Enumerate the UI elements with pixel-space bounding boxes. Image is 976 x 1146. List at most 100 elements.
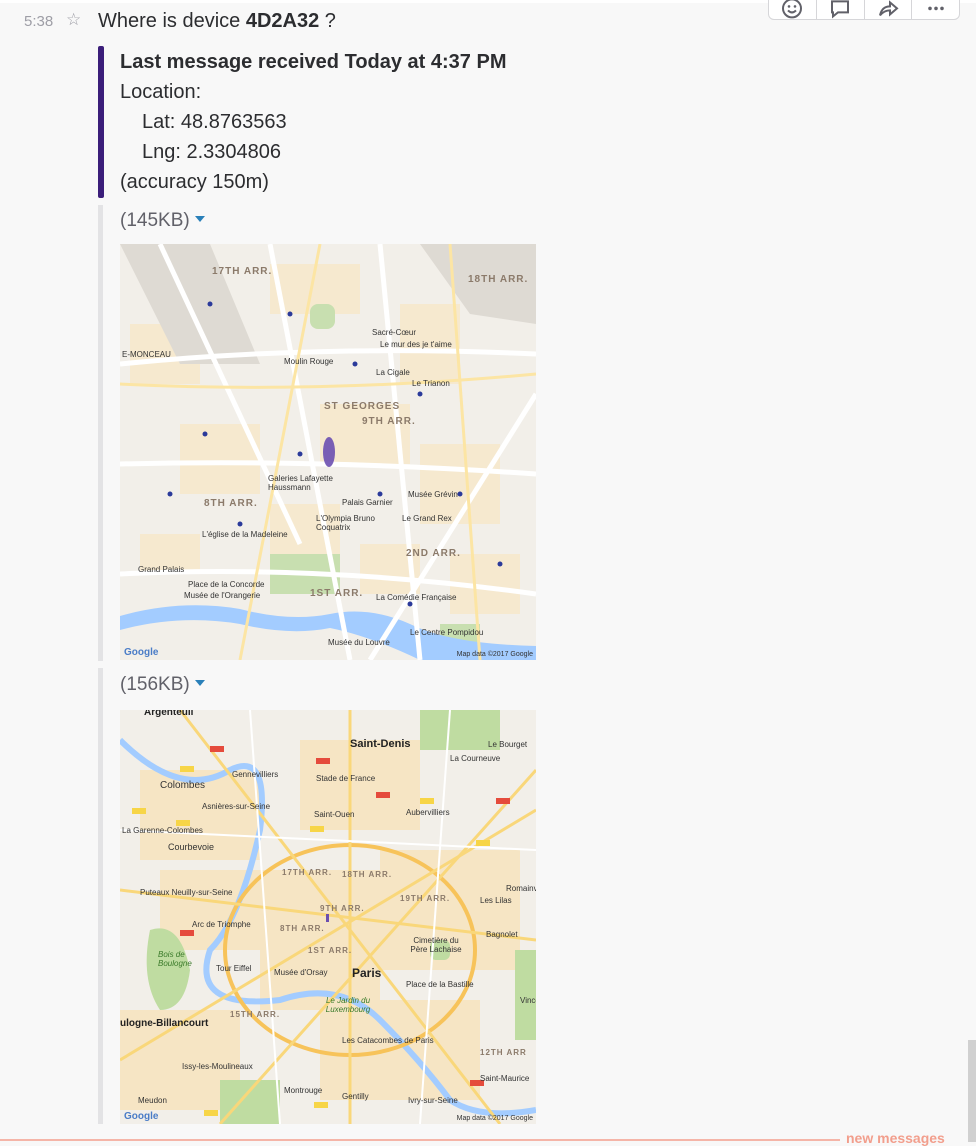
thread-icon — [831, 0, 850, 19]
map2-label-gentilly: Gentilly — [342, 1092, 369, 1101]
map-label-grevin: Musée Grévin — [408, 490, 458, 499]
map-attribution: Map data ©2017 Google — [456, 651, 533, 658]
map2-label-saint-maurice: Saint-Maurice — [480, 1074, 530, 1083]
map-label-orangerie: Musée de l'Orangerie — [184, 591, 261, 600]
star-icon[interactable]: ☆ — [66, 10, 81, 30]
map-label-louvre: Musée du Louvre — [328, 638, 390, 647]
new-messages-label[interactable]: new messages — [846, 1130, 945, 1146]
map2-label-bois: Bois de Boulogne — [158, 950, 192, 968]
location-attachment: Last message received Today at 4:37 PM L… — [120, 47, 506, 197]
map-label-9th: 9TH ARR. — [362, 416, 416, 427]
google-logo: Google — [124, 647, 159, 658]
map2-label-15th: 15TH ARR. — [230, 1010, 281, 1019]
map2-label-paris: Paris — [352, 966, 382, 980]
map-label-monceau: E-MONCEAU — [122, 350, 171, 359]
file-1-bar — [98, 205, 103, 661]
map2-label-argenteuil: Argenteuil — [144, 710, 194, 718]
map-label-olympia: L'Olympia Bruno Coquatrix — [316, 514, 375, 532]
map-label-18th: 18TH ARR. — [468, 274, 529, 285]
map-label-galeries: Galeries Lafayette Haussmann — [268, 474, 333, 492]
new-messages-divider — [0, 1139, 840, 1141]
more-icon — [927, 6, 944, 11]
file-2-size-label: (156KB) — [120, 674, 190, 695]
emoji-icon — [782, 0, 803, 19]
map-label-trianon: Le Trianon — [412, 379, 450, 388]
map2-label-tour-eiffel: Tour Eiffel — [216, 964, 252, 973]
map-label-mur: Le mur des je t'aime — [380, 340, 452, 349]
map2-label-puteaux: Puteaux Neuilly-sur-Seine — [140, 888, 233, 897]
message-actions-toolbar — [768, 0, 960, 20]
map2-label-colombes: Colombes — [160, 780, 206, 791]
map2-label-ivry: Ivry-sur-Seine — [408, 1096, 458, 1105]
more-actions-button[interactable] — [912, 0, 959, 19]
message-timestamp[interactable]: 5:38 — [24, 13, 53, 30]
file-1-size-label: (145KB) — [120, 210, 190, 231]
map-label-concorde: Place de la Concorde — [188, 580, 265, 589]
map-image-zoomed[interactable]: 17TH ARR. 18TH ARR. E-MONCEAU Sacré-Cœur… — [120, 244, 536, 660]
scrollbar[interactable] — [968, 1040, 976, 1142]
add-reaction-button[interactable] — [769, 0, 817, 19]
map2-label-9th: 9TH ARR. — [320, 904, 365, 913]
map-label-moulin-rouge: Moulin Rouge — [284, 357, 334, 366]
map2-label-17th: 17TH ARR. — [282, 868, 333, 877]
map2-label-arc: Arc de Triomphe — [192, 920, 251, 929]
map2-label-saint-ouen: Saint-Ouen — [314, 810, 355, 819]
map2-label-courneuve: La Courneuve — [450, 754, 501, 763]
map2-label-courbevoie: Courbevoie — [168, 842, 215, 852]
share-arrow-icon — [878, 0, 899, 17]
message-text: Where is device 4D2A32 ? — [98, 10, 336, 33]
map2-label-bastille: Place de la Bastille — [406, 980, 474, 989]
map-label-garnier: Palais Garnier — [342, 498, 393, 507]
google-logo-2: Google — [124, 1111, 159, 1122]
message-suffix: ? — [319, 10, 336, 32]
file-2-bar — [98, 668, 103, 1124]
message-prefix: Where is device — [98, 10, 246, 32]
device-id: 4D2A32 — [245, 10, 320, 32]
map-image-wide[interactable]: Argenteuil Saint-Denis Le Bourget La Cou… — [120, 710, 536, 1124]
map-label-2nd: 2ND ARR. — [406, 548, 461, 559]
attachment-accent-bar — [98, 46, 104, 198]
map-label-grand-palais: Grand Palais — [138, 565, 185, 574]
map2-label-gennevilliers: Gennevilliers — [232, 770, 279, 779]
location-label: Location: — [120, 81, 202, 103]
file-2-dropdown-icon[interactable] — [194, 679, 205, 686]
map2-label-catacombes: Les Catacombes de Paris — [342, 1036, 434, 1045]
map2-label-billancourt: ulogne-Billancourt — [120, 1018, 209, 1029]
map2-label-1st: 1ST ARR. — [308, 946, 353, 955]
map2-label-orsay: Musée d'Orsay — [274, 968, 328, 977]
map2-label-luxembourg: Le Jardin du Luxembourg — [325, 996, 371, 1014]
map2-label-aubervilliers: Aubervilliers — [406, 808, 450, 817]
map2-label-8th: 8TH ARR. — [280, 924, 325, 933]
map2-label-issy: Issy-les-Moulineaux — [182, 1062, 253, 1071]
map2-label-12th: 12TH ARR — [480, 1048, 527, 1057]
map2-label-romainville: Romainville — [506, 884, 536, 893]
map2-label-18th: 18TH ARR. — [342, 870, 393, 879]
latitude: Lat: 48.8763563 — [142, 111, 287, 133]
accuracy: (accuracy 150m) — [120, 171, 269, 193]
map-label-st-georges: ST GEORGES — [324, 401, 401, 412]
start-thread-button[interactable] — [817, 0, 865, 19]
file-1-dropdown-icon[interactable] — [194, 215, 205, 222]
map2-label-stade: Stade de France — [316, 774, 376, 783]
map-label-comedie: La Comédie Française — [376, 593, 457, 602]
map2-label-montrouge: Montrouge — [284, 1086, 323, 1095]
map2-label-bourget: Le Bourget — [488, 740, 528, 749]
map-label-grand-rex: Le Grand Rex — [402, 514, 452, 523]
file-2-size[interactable]: (156KB) — [120, 674, 205, 696]
map2-label-saint-denis: Saint-Denis — [350, 738, 411, 750]
attachment-title: Last message received Today at 4:37 PM — [120, 51, 507, 73]
map2-label-lachaise: Cimetière du Père Lachaise — [410, 936, 462, 954]
map-label-cigale: La Cigale — [376, 368, 410, 377]
map2-label-meudon: Meudon — [138, 1096, 167, 1105]
map-label-17th: 17TH ARR. — [212, 266, 273, 277]
map-label-pompidou: Le Centre Pompidou — [410, 628, 484, 637]
map2-label-vincennes: Vince — [520, 996, 536, 1005]
share-message-button[interactable] — [865, 0, 913, 19]
map2-label-lilas: Les Lilas — [480, 896, 512, 905]
map-label-sacre-coeur: Sacré-Cœur — [372, 328, 417, 337]
file-1-size[interactable]: (145KB) — [120, 210, 205, 232]
map-attribution-2: Map data ©2017 Google — [456, 1115, 533, 1122]
map-label-madeleine: L'église de la Madeleine — [202, 530, 288, 539]
map-label-1st: 1ST ARR. — [310, 588, 364, 599]
map2-label-garenne: La Garenne-Colombes — [122, 826, 203, 835]
